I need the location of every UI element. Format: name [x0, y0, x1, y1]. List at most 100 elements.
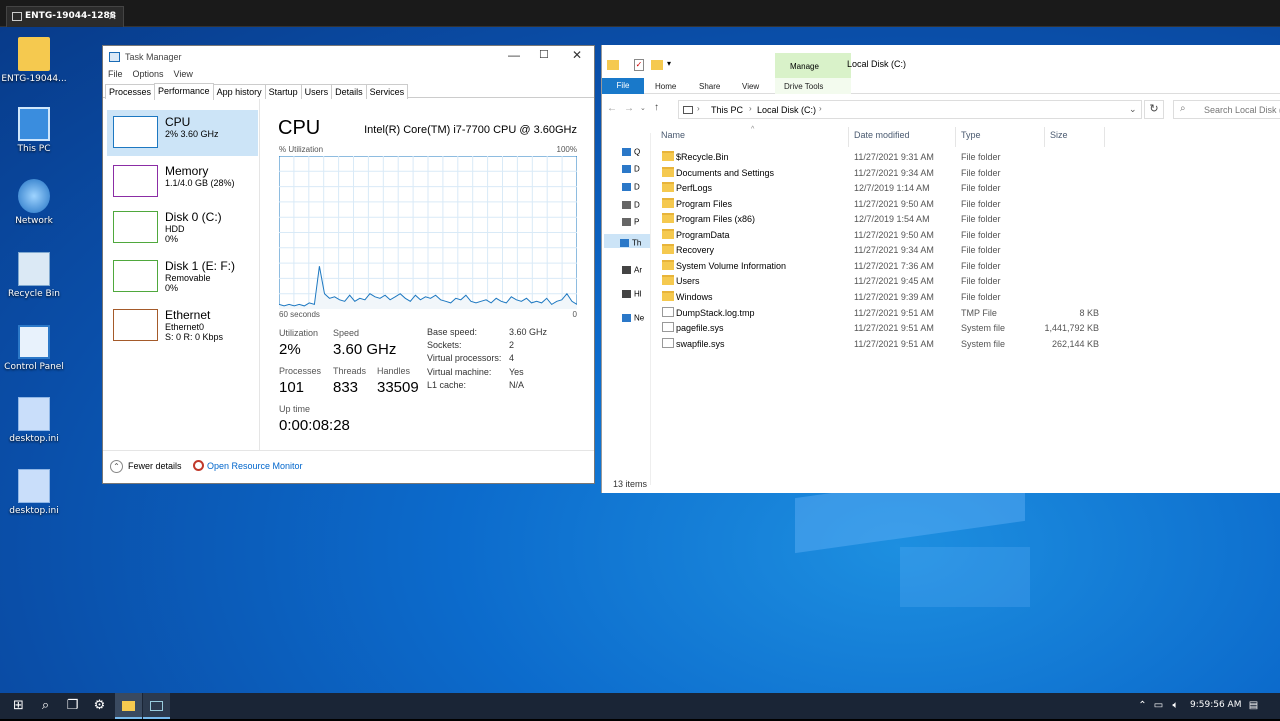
tab-services[interactable]: Services [365, 84, 409, 99]
new-folder-icon[interactable] [651, 60, 663, 70]
desktop-icon-label: Control Panel [4, 362, 64, 372]
nav-item[interactable]: Hl [622, 285, 650, 299]
search-box[interactable]: ⌕ Search Local Disk (C:) [1173, 100, 1280, 119]
tab-app-history[interactable]: App history [212, 84, 266, 99]
file-tab[interactable]: File [602, 78, 644, 94]
perf-item-disk[interactable]: Disk 1 (E: F:) Removable 0% [107, 254, 258, 300]
file-name: Users [676, 276, 700, 287]
file-explorer-window[interactable]: ✓ ▾ Manage Local Disk (C:) File Home Sha… [601, 45, 1280, 493]
cpu-utilization-graph [279, 156, 577, 309]
file-row[interactable]: System Volume Information 11/27/2021 7:36… [659, 259, 1119, 274]
notifications-icon[interactable]: ▤ [1240, 693, 1267, 719]
minimize-button[interactable]: — [508, 48, 520, 62]
desktop-icon-recycle-bin[interactable]: Recycle Bin [0, 252, 70, 299]
nav-item[interactable]: Ne [622, 309, 650, 323]
share-tab[interactable]: Share [699, 82, 720, 91]
properties-icon[interactable]: ✓ [634, 59, 644, 71]
file-row[interactable]: Program Files (x86) 12/7/2019 1:54 AM File… [659, 212, 1119, 227]
file-row[interactable]: Windows 11/27/2021 9:39 AM File folder [659, 290, 1119, 305]
file-row[interactable]: $Recycle.Bin 11/27/2021 9:31 AM File folde… [659, 150, 1119, 165]
back-icon[interactable]: ← [607, 103, 617, 114]
drive-tools-tab[interactable]: Drive Tools [784, 82, 823, 91]
desktop-icon-control-panel[interactable]: Control Panel [0, 325, 70, 372]
column-header-type[interactable]: Type [961, 130, 981, 140]
task-view-icon[interactable]: ❐ [59, 693, 86, 719]
clock[interactable]: 9:59:56 AM [1190, 700, 1241, 710]
desktop-icon-desktop-ini[interactable]: desktop.ini [0, 469, 70, 516]
desktop-icon-desktop-ini[interactable]: desktop.ini [0, 397, 70, 444]
file-row[interactable]: Recovery 11/27/2021 9:34 AM File folder [659, 243, 1119, 258]
column-header-date-modified[interactable]: Date modified [854, 130, 910, 140]
tab-users[interactable]: Users [300, 84, 333, 99]
nav-item[interactable]: D [622, 178, 650, 192]
file-row[interactable]: pagefile.sys 11/27/2021 9:51 AM System fil… [659, 321, 1119, 336]
explorer-title-bar[interactable]: ✓ ▾ Manage Local Disk (C:) [602, 45, 1280, 78]
file-row[interactable]: PerfLogs 12/7/2019 1:14 AM File folder [659, 181, 1119, 196]
task-manager-window[interactable]: Task Manager — ☐ ✕ File Options View Proce… [102, 45, 595, 484]
desktop-icon-this-pc[interactable]: This PC [0, 107, 70, 154]
file-row[interactable]: Users 11/27/2021 9:45 AM File folder [659, 274, 1119, 289]
file-row[interactable]: Documents and Settings 11/27/2021 9:34 AM… [659, 166, 1119, 181]
up-icon[interactable]: ↑ [654, 102, 659, 113]
column-divider [1044, 127, 1045, 147]
perf-item-name: Disk 1 (E: F:) [165, 259, 236, 273]
column-header-size[interactable]: Size [1050, 130, 1068, 140]
task-manager-taskbar-icon[interactable] [143, 693, 170, 719]
fewer-details-link[interactable]: Fewer details [128, 461, 182, 471]
tab-details[interactable]: Details [331, 84, 367, 99]
address-dropdown-icon[interactable]: ⌄ [1129, 104, 1137, 115]
close-icon[interactable]: ✕ [108, 10, 117, 23]
recent-dropdown-icon[interactable]: ⌄ [640, 104, 646, 112]
perf-item-cpu[interactable]: CPU 2% 3.60 GHz [107, 110, 258, 156]
tab-startup[interactable]: Startup [264, 84, 302, 99]
nav-item[interactable]: P [622, 213, 650, 227]
forward-icon[interactable]: → [624, 103, 634, 114]
perf-item-subdetail: 0% [165, 283, 179, 293]
tab-processes[interactable]: Processes [105, 84, 156, 99]
perf-item-ethernet[interactable]: Ethernet Ethernet0 S: 0 R: 0 Kbps [107, 303, 258, 349]
perf-item-disk[interactable]: Disk 0 (C:) HDD 0% [107, 205, 258, 251]
file-row[interactable]: DumpStack.log.tmp 11/27/2021 9:51 AM TMP F… [659, 306, 1119, 321]
session-tab[interactable]: ENTG-19044-1288 ✕ [6, 6, 124, 27]
maximize-button[interactable]: ☐ [539, 48, 549, 61]
nav-item[interactable]: Ar [622, 261, 650, 275]
menu-view[interactable]: View [174, 69, 193, 79]
volume-icon[interactable]: 🔈︎ [1162, 693, 1189, 719]
settings-gear-icon[interactable]: ⚙ [86, 693, 113, 719]
nav-item[interactable]: Th [604, 234, 650, 248]
nav-label: Q [634, 147, 641, 157]
close-button[interactable]: ✕ [572, 48, 582, 62]
start-button[interactable]: ⊞ [5, 693, 32, 719]
file-row[interactable]: ProgramData 11/27/2021 9:50 AM File folder [659, 228, 1119, 243]
quick-access-dropdown-icon[interactable]: ▾ [667, 59, 671, 68]
file-row[interactable]: swapfile.sys 11/27/2021 9:51 AM System fil… [659, 337, 1119, 352]
refresh-icon[interactable]: ↻ [1144, 100, 1164, 119]
title-bar[interactable]: Task Manager — ☐ ✕ [103, 46, 594, 69]
side-divider [259, 99, 260, 450]
address-bar[interactable]: › This PC › Local Disk (C:) › ⌄ [678, 100, 1142, 119]
chevron-up-icon[interactable]: ⌃ [110, 460, 123, 473]
menu-file[interactable]: File [108, 69, 123, 79]
nav-item[interactable]: D [622, 196, 650, 210]
tab-performance[interactable]: Performance [154, 83, 214, 100]
file-row[interactable]: Program Files 11/27/2021 9:50 AM File fold… [659, 197, 1119, 212]
desktop-icon-network[interactable]: Network [0, 179, 70, 226]
column-header-name[interactable]: Name [661, 130, 685, 140]
search-icon[interactable]: ⌕ [32, 693, 59, 719]
desktop-icon-label: Network [15, 216, 53, 226]
desktop-icon-entg-19044-[interactable]: ENTG-19044... [0, 37, 70, 84]
view-tab[interactable]: View [742, 82, 759, 91]
nav-item[interactable]: D [622, 160, 650, 174]
breadcrumb-local-disk[interactable]: Local Disk (C:) [757, 105, 816, 115]
breadcrumb-this-pc[interactable]: This PC [711, 105, 743, 115]
home-tab[interactable]: Home [655, 82, 676, 91]
menu-options[interactable]: Options [133, 69, 164, 79]
file-explorer-taskbar-icon[interactable] [115, 693, 142, 719]
search-icon: ⌕ [1180, 103, 1186, 114]
perf-thumbnail [113, 309, 158, 341]
perf-item-memory[interactable]: Memory 1.1/4.0 GB (28%) [107, 159, 258, 205]
open-resource-monitor-link[interactable]: Open Resource Monitor [207, 461, 303, 471]
nav-label: D [634, 200, 640, 210]
nav-item[interactable]: Q [622, 143, 650, 157]
file-type: System file [961, 338, 1006, 349]
